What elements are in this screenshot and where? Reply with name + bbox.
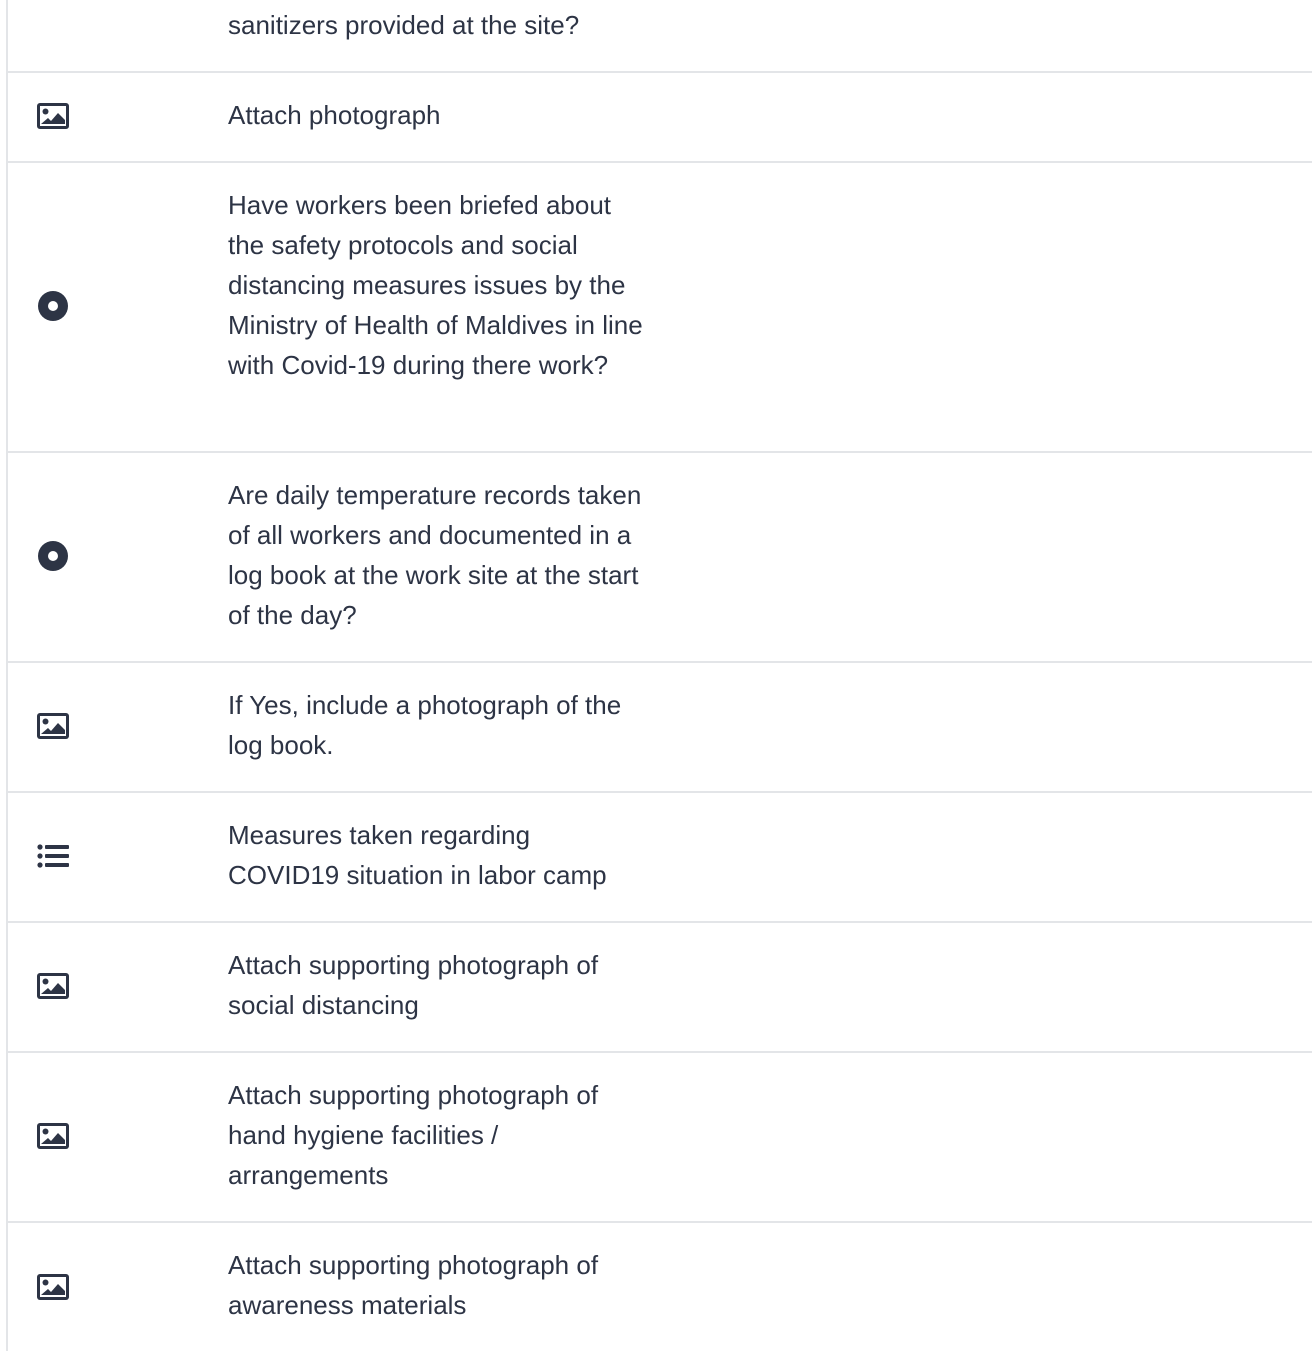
image-icon [34, 71, 72, 161]
image-icon [34, 1051, 72, 1221]
question-label: Measures taken regarding COVID19 situati… [228, 820, 607, 890]
question-row[interactable]: sanitizers provided at the site? [8, 0, 1312, 73]
radio-icon [34, 161, 72, 451]
image-icon [34, 921, 72, 1051]
question-row[interactable]: Have workers been briefed about the safe… [8, 161, 1312, 453]
question-row[interactable]: Measures taken regarding COVID19 situati… [8, 791, 1312, 923]
radio-icon [34, 451, 72, 661]
question-row[interactable]: Attach supporting photograph of hand hyg… [8, 1051, 1312, 1223]
question-label: Attach supporting photograph of social d… [228, 950, 599, 1020]
question-label: If Yes, include a photograph of the log … [228, 690, 622, 760]
question-row[interactable]: Attach photograph [8, 71, 1312, 163]
question-row[interactable]: Attach supporting photograph of social d… [8, 921, 1312, 1053]
question-row[interactable]: Attach supporting photograph of awarenes… [8, 1221, 1312, 1353]
list-icon [34, 791, 72, 921]
question-label: Attach supporting photograph of awarenes… [228, 1250, 599, 1320]
image-icon [34, 661, 72, 791]
question-row[interactable]: If Yes, include a photograph of the log … [8, 661, 1312, 793]
image-icon [34, 1221, 72, 1353]
question-label: sanitizers provided at the site? [228, 10, 580, 40]
form-questions-table: sanitizers provided at the site? Attach … [6, 0, 1312, 1351]
question-row[interactable]: Are daily temperature records taken of a… [8, 451, 1312, 663]
question-label: Are daily temperature records taken of a… [228, 480, 642, 630]
question-label: Attach photograph [228, 100, 441, 130]
question-label: Have workers been briefed about the safe… [228, 190, 643, 380]
question-label: Attach supporting photograph of hand hyg… [228, 1080, 599, 1190]
